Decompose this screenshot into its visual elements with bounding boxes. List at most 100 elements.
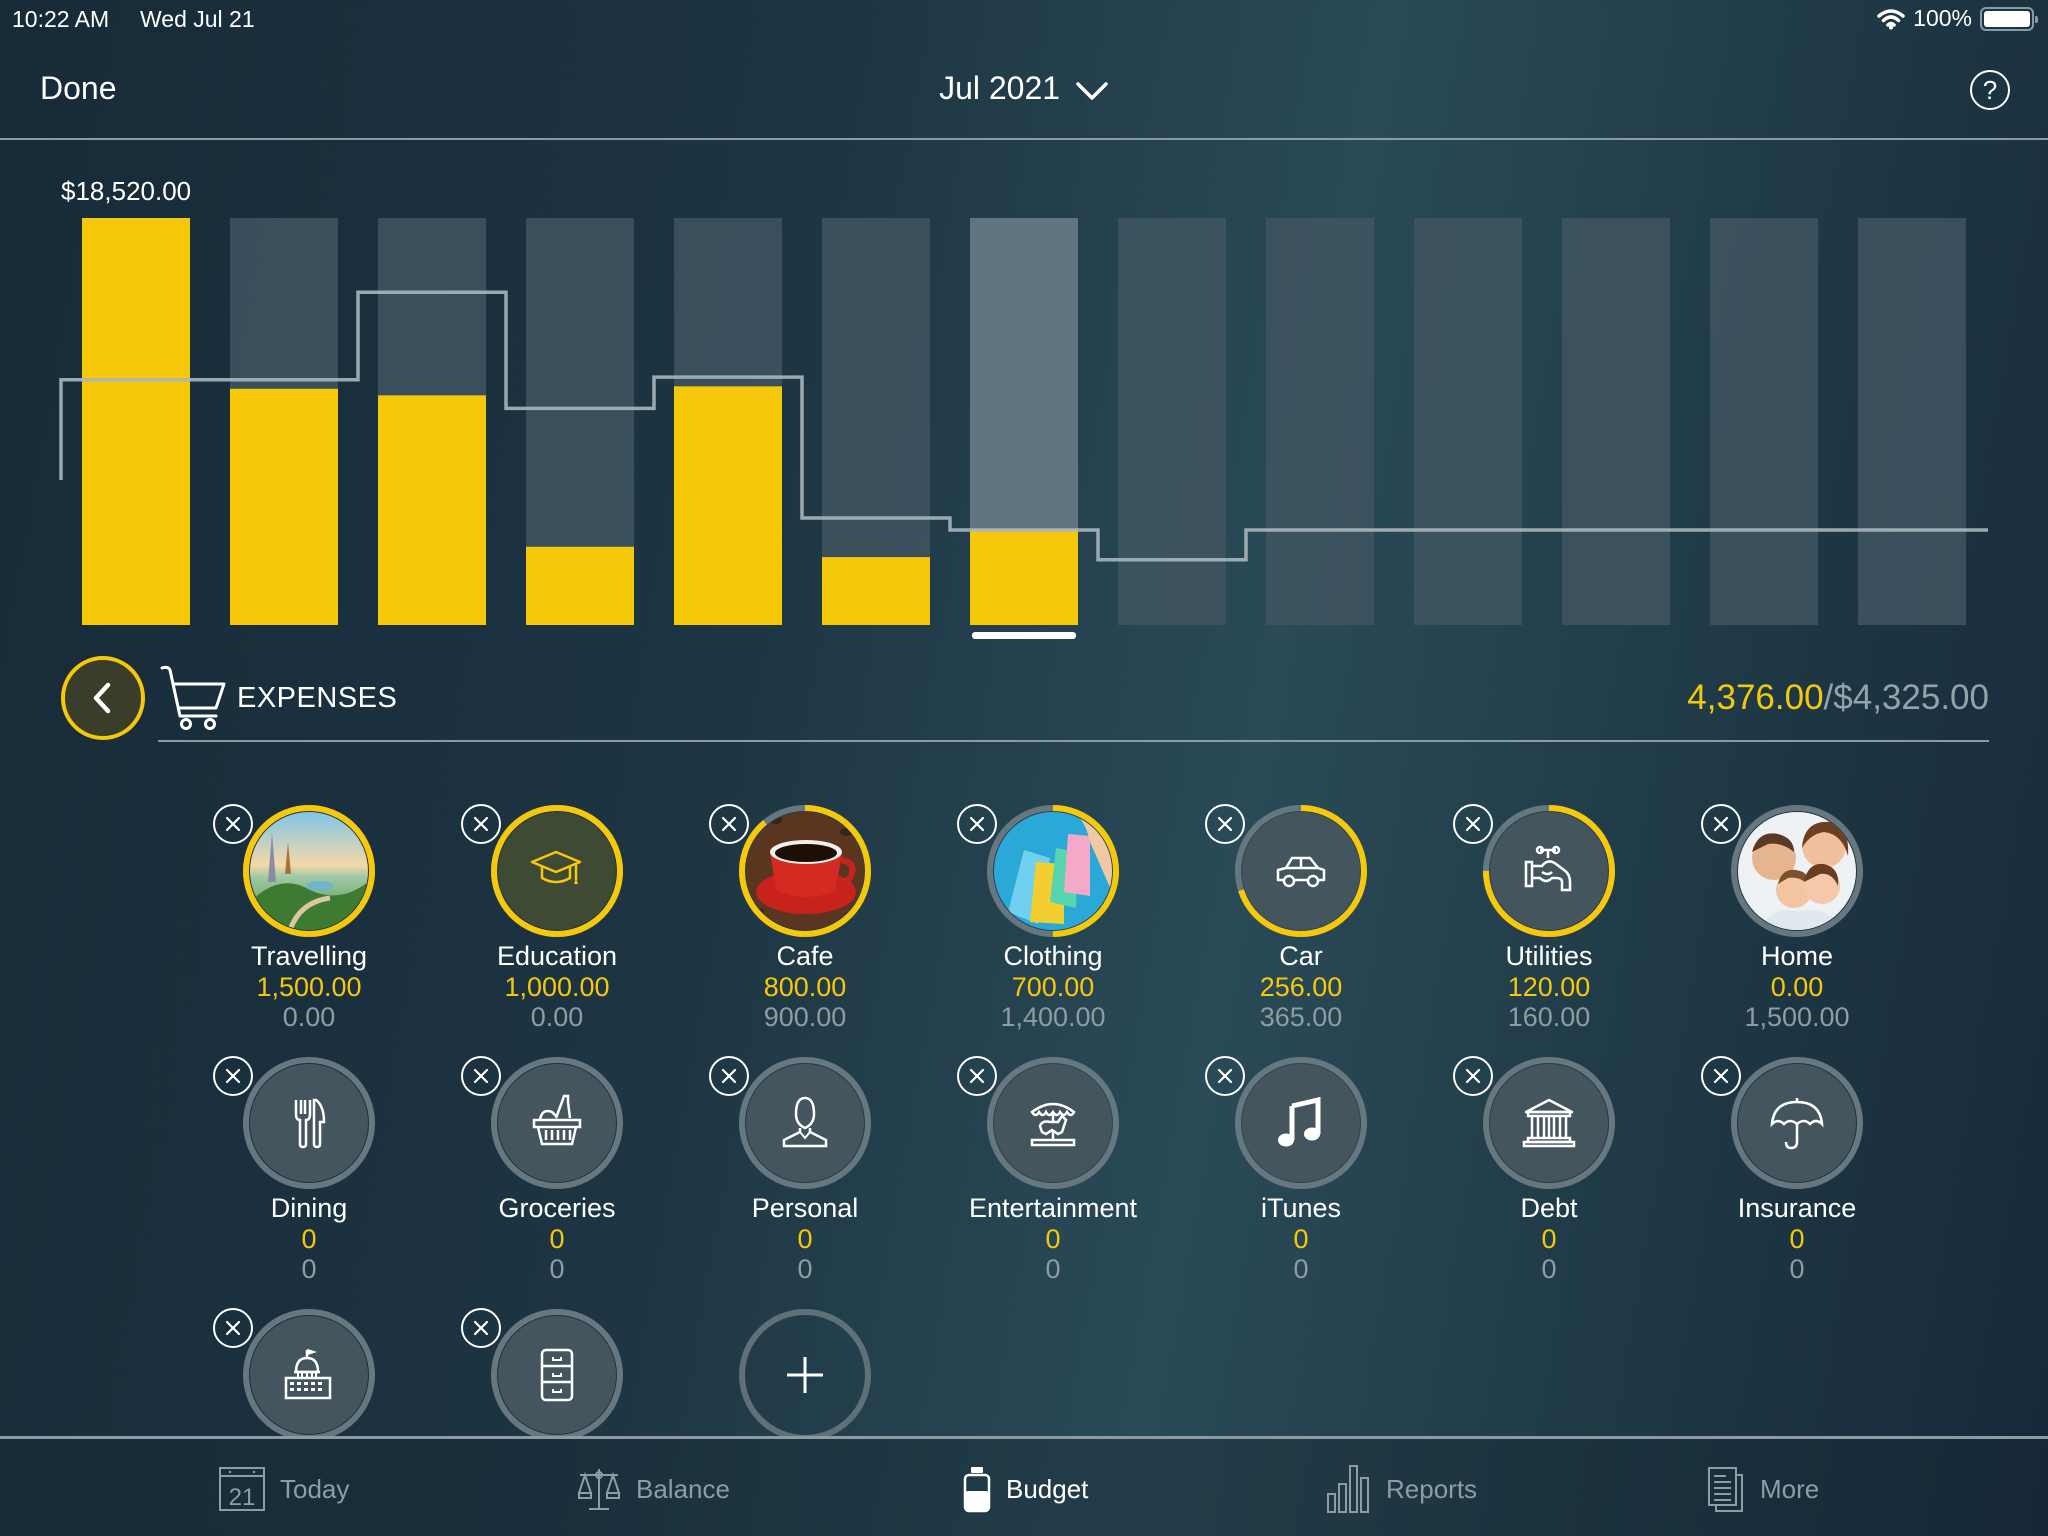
close-icon [225, 1320, 241, 1336]
chart-bar-background-10[interactable] [1562, 218, 1670, 625]
chart-bar-background-11[interactable] [1710, 218, 1818, 625]
chart-bar-background-8[interactable] [1266, 218, 1374, 625]
tab-today[interactable]: 21 Today [218, 1439, 349, 1536]
chart-bar-spent-6[interactable] [970, 528, 1078, 625]
delete-category-button[interactable] [1453, 804, 1493, 844]
budget-chart[interactable] [0, 140, 2048, 650]
category-spent: 0 [1541, 1224, 1557, 1254]
delete-category-button[interactable] [1205, 804, 1245, 844]
chart-bar-spent-2[interactable] [378, 395, 486, 625]
category-spent: 1,000.00 [504, 972, 610, 1002]
category-ring[interactable] [1482, 804, 1616, 938]
category-ring[interactable] [490, 1056, 624, 1190]
document-icon [1708, 1467, 1743, 1512]
chart-bar-background-12[interactable] [1858, 218, 1966, 625]
add-category-button[interactable] [681, 1308, 929, 1436]
coffee-photo [746, 812, 864, 930]
delete-category-button[interactable] [957, 1056, 997, 1096]
delete-category-button[interactable] [709, 1056, 749, 1096]
category-item[interactable]: Groceries 0 0 [433, 1056, 681, 1284]
close-icon [721, 816, 737, 832]
category-item[interactable] [433, 1308, 681, 1436]
category-budget: 0 [1045, 1254, 1061, 1284]
category-item[interactable]: Home 0.00 1,500.00 [1673, 804, 1921, 1032]
chart-bar-spent-1[interactable] [230, 388, 338, 625]
delete-category-button[interactable] [213, 1056, 253, 1096]
bar-chart-icon [1327, 1465, 1369, 1513]
category-item[interactable]: Cafe 800.00 900.00 [681, 804, 929, 1032]
carousel-icon [994, 1064, 1112, 1182]
chart-bar-spent-0[interactable] [82, 218, 190, 625]
category-name: iTunes [1260, 1193, 1342, 1223]
delete-category-button[interactable] [461, 1308, 501, 1348]
chart-bar-spent-4[interactable] [674, 386, 782, 625]
tab-balance[interactable]: Balance [576, 1439, 730, 1536]
category-ring[interactable] [490, 804, 624, 938]
battery-icon [1980, 6, 2038, 31]
delete-category-button[interactable] [1701, 804, 1741, 844]
category-budget: 0.00 [530, 1002, 584, 1032]
chart-selected-indicator[interactable] [972, 632, 1076, 639]
delete-category-button[interactable] [957, 804, 997, 844]
category-ring[interactable] [1482, 1056, 1616, 1190]
category-name: Groceries [498, 1193, 616, 1223]
delete-category-button[interactable] [1205, 1056, 1245, 1096]
category-spent: 1,500.00 [256, 972, 362, 1002]
category-ring[interactable] [242, 1056, 376, 1190]
category-item[interactable]: Entertainment 0 0 [929, 1056, 1177, 1284]
bank-icon [1490, 1064, 1608, 1182]
tab-budget[interactable]: Budget [962, 1439, 1088, 1536]
category-ring[interactable] [738, 804, 872, 938]
delete-category-button[interactable] [213, 804, 253, 844]
category-name: Utilities [1505, 941, 1593, 971]
category-ring[interactable] [986, 804, 1120, 938]
category-item[interactable]: Education 1,000.00 0.00 [433, 804, 681, 1032]
category-item[interactable]: iTunes 0 0 [1177, 1056, 1425, 1284]
status-bar: 10:22 AM Wed Jul 21 100% [0, 0, 2048, 40]
category-item[interactable]: Clothing 700.00 1,400.00 [929, 804, 1177, 1032]
month-selector[interactable]: Jul 2021 [0, 70, 2048, 107]
chart-bar-background-7[interactable] [1118, 218, 1226, 625]
category-ring[interactable] [242, 1308, 376, 1436]
status-time: 10:22 AM [12, 6, 110, 32]
category-ring[interactable] [738, 1308, 872, 1436]
section-divider [158, 740, 1989, 742]
travel-photo [250, 812, 368, 930]
tab-reports[interactable]: Reports [1326, 1439, 1477, 1536]
category-ring[interactable] [490, 1308, 624, 1436]
delete-category-button[interactable] [213, 1308, 253, 1348]
chart-bar-spent-3[interactable] [526, 546, 634, 625]
category-item[interactable]: Car 256.00 365.00 [1177, 804, 1425, 1032]
category-ring[interactable] [1234, 1056, 1368, 1190]
category-item[interactable]: Utilities 120.00 160.00 [1425, 804, 1673, 1032]
category-ring[interactable] [242, 804, 376, 938]
battery-percent: 100% [1913, 5, 1972, 31]
category-item[interactable]: Personal 0 0 [681, 1056, 929, 1284]
category-budget: 160.00 [1507, 1002, 1591, 1032]
category-item[interactable] [185, 1308, 433, 1436]
section-title: EXPENSES [237, 682, 398, 714]
category-item[interactable]: Dining 0 0 [185, 1056, 433, 1284]
tab-reports-label: Reports [1386, 1473, 1478, 1504]
delete-category-button[interactable] [1701, 1056, 1741, 1096]
category-ring[interactable] [738, 1056, 872, 1190]
category-item[interactable]: Insurance 0 0 [1673, 1056, 1921, 1284]
chart-bar-spent-5[interactable] [822, 557, 930, 625]
chart-bar-background-9[interactable] [1414, 218, 1522, 625]
category-ring[interactable] [1730, 804, 1864, 938]
category-budget: 0 [549, 1254, 565, 1284]
delete-category-button[interactable] [461, 804, 501, 844]
help-button[interactable]: ? [1970, 70, 2010, 110]
category-item[interactable]: Travelling 1,500.00 0.00 [185, 804, 433, 1032]
back-button[interactable] [61, 656, 145, 740]
tab-more[interactable]: More [1706, 1439, 1819, 1536]
delete-category-button[interactable] [709, 804, 749, 844]
category-item[interactable]: Debt 0 0 [1425, 1056, 1673, 1284]
delete-category-button[interactable] [1453, 1056, 1493, 1096]
category-ring[interactable] [1730, 1056, 1864, 1190]
status-right: 100% [1877, 5, 2038, 32]
category-spent: 0 [797, 1224, 813, 1254]
category-ring[interactable] [1234, 804, 1368, 938]
delete-category-button[interactable] [461, 1056, 501, 1096]
category-ring[interactable] [986, 1056, 1120, 1190]
